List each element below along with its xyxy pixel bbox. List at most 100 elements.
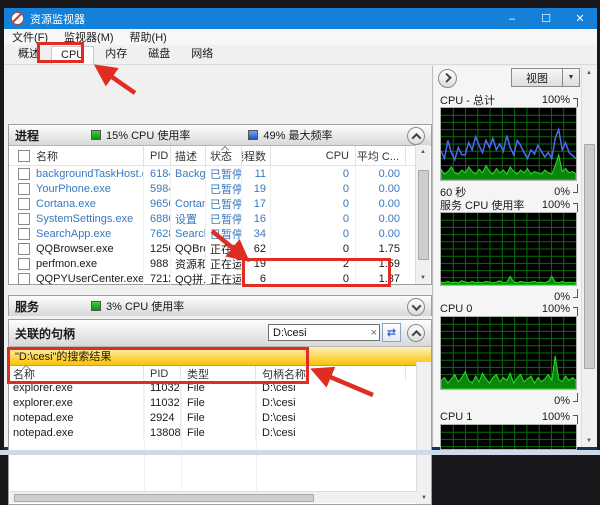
tab-network[interactable]: 网络 — [181, 42, 223, 64]
chevron-up-icon — [411, 329, 421, 339]
cell-name: Cortana.exe — [36, 198, 96, 210]
scrollbar-thumb[interactable] — [418, 170, 429, 260]
row-checkbox[interactable] — [18, 168, 30, 180]
column-description[interactable]: 描述 — [171, 146, 206, 165]
services-section: 服务 3% CPU 使用率 — [8, 295, 432, 316]
handle-row[interactable]: explorer.exe 11032 File D:\cesi — [9, 395, 417, 410]
scroll-up-icon[interactable]: ▲ — [582, 66, 596, 79]
cpu-graph-canvas — [440, 316, 577, 390]
handle-row[interactable]: explorer.exe 11032 File D:\cesi — [9, 380, 417, 395]
tab-overview[interactable]: 概述 — [8, 42, 50, 64]
cell-cpu: 0 — [271, 241, 356, 256]
cpu-graph-canvas — [440, 107, 577, 181]
cell-handle: D:\cesi — [256, 380, 406, 395]
cell-name: notepad.exe — [9, 410, 144, 425]
cell-desc: 设置 — [171, 211, 206, 226]
cell-cpu: 0 — [271, 211, 356, 226]
cell-type: File — [181, 380, 256, 395]
clear-search-icon[interactable]: × — [371, 327, 377, 339]
services-header[interactable]: 服务 3% CPU 使用率 — [9, 296, 431, 316]
handles-title: 关联的句柄 — [15, 325, 75, 342]
scroll-down-icon[interactable]: ▼ — [416, 271, 430, 284]
minimize-button[interactable]: – — [495, 8, 529, 29]
row-checkbox[interactable] — [18, 273, 30, 285]
cell-name: explorer.exe — [9, 380, 144, 395]
cell-status: 已暂停 — [206, 226, 242, 241]
panel-divider — [432, 66, 433, 447]
handle-row[interactable]: notepad.exe 2924 File D:\cesi — [9, 410, 417, 425]
tab-disk[interactable]: 磁盘 — [138, 42, 180, 64]
scroll-down-icon[interactable]: ▼ — [582, 434, 596, 447]
cell-pid: 5984 — [144, 181, 171, 196]
processes-collapse-button[interactable] — [407, 127, 425, 145]
cell-name: QQBrowser.exe — [36, 243, 114, 255]
graphs-panel: 视图 ▼ CPU - 总计100%60 秒0%服务 CPU 使用率100%0%C… — [434, 66, 596, 447]
cell-status: 已暂停 — [206, 181, 242, 196]
row-checkbox[interactable] — [18, 258, 30, 270]
process-row[interactable]: Cortana.exe 9656 Cortana 已暂停 17 0 0.00 — [9, 196, 431, 211]
expand-panel-button[interactable] — [438, 69, 457, 88]
maximize-button[interactable]: ☐ — [529, 8, 563, 29]
cell-name: perfmon.exe — [36, 258, 97, 270]
process-row[interactable]: perfmon.exe 988 资源和... 正在运行 19 2 1.59 — [9, 256, 431, 271]
handle-row[interactable]: notepad.exe 13808 File D:\cesi — [9, 425, 417, 440]
process-row[interactable]: SearchApp.exe 7628 Search... 已暂停 34 0 0.… — [9, 226, 431, 241]
column-name[interactable]: 名称 — [9, 146, 144, 165]
chevron-right-icon — [442, 73, 452, 83]
process-row[interactable]: QQBrowser.exe 12564 QQBro... 正在运行 62 0 1… — [9, 241, 431, 256]
row-checkbox[interactable] — [18, 198, 30, 210]
column-threads[interactable]: 线程数 — [242, 146, 271, 165]
processes-header[interactable]: 进程 15% CPU 使用率 49% 最大频率 — [9, 125, 431, 146]
select-all-checkbox[interactable] — [18, 150, 30, 162]
cell-cpu: 0 — [271, 196, 356, 211]
row-checkbox[interactable] — [18, 243, 30, 255]
cell-name: SystemSettings.exe — [36, 213, 133, 225]
services-expand-button[interactable] — [407, 298, 425, 316]
cell-threads: 16 — [242, 211, 271, 226]
cell-pid: 7628 — [144, 226, 171, 241]
row-checkbox[interactable] — [18, 228, 30, 240]
cell-name: backgroundTaskHost.exe — [36, 168, 144, 180]
handles-header[interactable]: 关联的句柄 × ⇄ — [9, 320, 431, 347]
search-refresh-icon[interactable]: ⇄ — [382, 323, 401, 342]
scale-bracket — [573, 98, 578, 107]
close-button[interactable]: ✕ — [563, 8, 597, 29]
column-cpu[interactable]: CPU — [271, 146, 356, 165]
graphs-scrollbar[interactable]: ▲ ▼ — [581, 66, 596, 447]
process-row[interactable]: SystemSettings.exe 6880 设置 已暂停 16 0 0.00 — [9, 211, 431, 226]
handles-table-body: explorer.exe 11032 File D:\cesi explorer… — [9, 380, 417, 491]
processes-scrollbar[interactable]: ▲ ▼ — [415, 145, 430, 284]
handle-search: × ⇄ — [268, 323, 401, 342]
cell-desc: QQ拼... — [171, 271, 206, 286]
column-average-cpu[interactable]: 平均 C... — [356, 146, 406, 165]
cell-name: explorer.exe — [9, 395, 144, 410]
handle-search-input[interactable] — [268, 324, 380, 341]
tab-cpu[interactable]: CPU — [51, 46, 94, 64]
scale-bracket — [573, 415, 578, 424]
dropdown-arrow-icon[interactable]: ▼ — [562, 69, 579, 86]
services-cpu-label: 3% CPU 使用率 — [106, 298, 184, 314]
row-checkbox[interactable] — [18, 213, 30, 225]
scroll-down-icon[interactable]: ▼ — [417, 491, 431, 504]
handles-scrollbar[interactable]: ▼ — [416, 362, 431, 504]
column-pid[interactable]: PID — [144, 146, 171, 165]
process-row[interactable]: backgroundTaskHost.exe 6184 Backgr... 已暂… — [9, 166, 431, 181]
handles-section: 关联的句柄 × ⇄ "D:\cesi"的搜索结果 名称 PID 类型 句柄名称 … — [8, 319, 432, 505]
processes-title: 进程 — [15, 127, 39, 144]
view-button[interactable]: 视图 ▼ — [511, 68, 580, 87]
tab-memory[interactable]: 内存 — [95, 42, 137, 64]
cell-cpu: 0 — [271, 166, 356, 181]
row-checkbox[interactable] — [18, 183, 30, 195]
cell-cpu: 0 — [271, 226, 356, 241]
process-row[interactable]: YourPhone.exe 5984 已暂停 19 0 0.00 — [9, 181, 431, 196]
cell-threads: 19 — [242, 256, 271, 271]
handles-collapse-button[interactable] — [407, 324, 425, 342]
cell-pid: 12564 — [144, 241, 171, 256]
scrollbar-thumb[interactable] — [14, 494, 314, 502]
scrollbar-thumb[interactable] — [584, 144, 595, 369]
scroll-up-icon[interactable]: ▲ — [416, 145, 430, 158]
graph-block: CPU - 总计100%60 秒0% — [434, 92, 582, 199]
process-row[interactable]: QQPYUserCenter.exe 7212 QQ拼... 正在运行 6 0 … — [9, 271, 431, 286]
cell-handle: D:\cesi — [256, 410, 406, 425]
handles-horizontal-scrollbar[interactable] — [10, 491, 417, 503]
